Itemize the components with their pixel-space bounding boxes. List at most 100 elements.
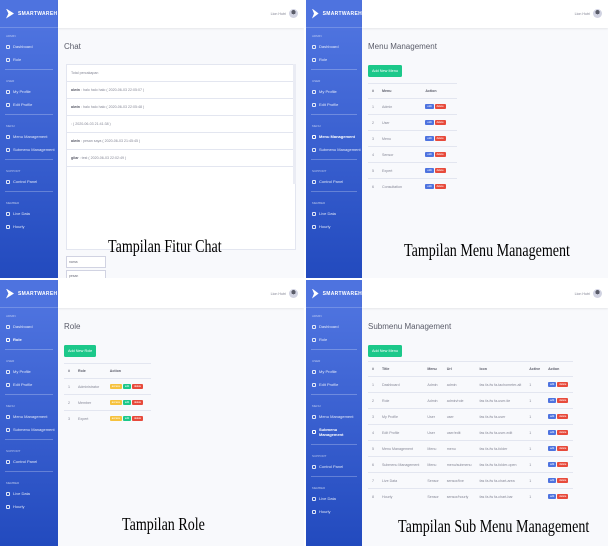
sidebar-item-control-panel[interactable]: Control Panel (306, 175, 362, 188)
edit-button[interactable]: edit (548, 414, 557, 419)
user-menu[interactable]: Lion Hutri (575, 289, 602, 298)
user-menu[interactable]: Lion Hutri (575, 9, 602, 18)
sidebar-item-edit-profile[interactable]: Edit Profile (0, 98, 58, 111)
sidebar-item-live-data[interactable]: Live Data (306, 492, 362, 505)
table-header: # Title Menu Url Icon Active Action (368, 361, 574, 377)
edit-button[interactable]: edit (425, 120, 434, 125)
add-role-button[interactable]: Add New Role (64, 345, 97, 357)
edit-button[interactable]: edit (548, 446, 557, 451)
delete-button[interactable]: delete (132, 400, 144, 405)
delete-button[interactable]: delete (557, 478, 569, 483)
chat-scrollbar[interactable] (293, 64, 296, 184)
sidebar-item-control-panel[interactable]: Control Panel (0, 455, 58, 468)
sidebar-item-menu-management[interactable]: Menu Management (306, 410, 362, 423)
sidebar-item-menu-management[interactable]: Menu Management (306, 130, 362, 143)
access-button[interactable]: access (109, 384, 122, 389)
edit-button[interactable]: edit (425, 136, 434, 141)
sidebar-item-role[interactable]: Role (0, 53, 58, 66)
add-submenu-button[interactable]: Add New Menu (368, 345, 402, 357)
sidebar-item-submenu-management[interactable]: Submenu Management (306, 143, 362, 156)
chat-message: alwin : halo halo halo ( 2020-06-03 22:0… (67, 99, 295, 116)
delete-button[interactable]: delete (434, 184, 446, 189)
composite-figure: SMARTWAREH Admin Dashboard Role User My … (0, 0, 608, 546)
sidebar-item-submenu-management[interactable]: Submenu Management (0, 423, 58, 436)
sidebar-item-menu-management[interactable]: Menu Management (0, 410, 58, 423)
delete-button[interactable]: delete (557, 462, 569, 467)
edit-button[interactable]: edit (122, 400, 132, 405)
edit-button[interactable]: edit (425, 104, 434, 109)
delete-button[interactable]: delete (557, 446, 569, 451)
sidebar-item-hourly[interactable]: Hourly (0, 500, 58, 513)
edit-button[interactable]: edit (548, 494, 557, 499)
sidebar-item-dashboard[interactable]: Dashboard (0, 320, 58, 333)
brand[interactable]: SMARTWAREH (306, 0, 362, 28)
chat-message-input[interactable]: pesan (66, 270, 106, 278)
delete-button[interactable]: delete (557, 494, 569, 499)
sidebar-item-submenu-management[interactable]: Submenu Management (306, 423, 362, 441)
brand[interactable]: SMARTWAREH (0, 0, 58, 28)
sidebar-item-live-data[interactable]: Live Data (0, 487, 58, 500)
edit-button[interactable]: edit (548, 398, 557, 403)
edit-button[interactable]: edit (122, 384, 132, 389)
edit-button[interactable]: edit (425, 168, 434, 173)
sidebar-item-my-profile[interactable]: My Profile (306, 85, 362, 98)
brand[interactable]: SMARTWAREH (0, 280, 58, 308)
user-menu[interactable]: Lion Hutri (271, 9, 298, 18)
edit-button[interactable]: edit (425, 152, 434, 157)
delete-button[interactable]: delete (434, 136, 446, 141)
edit-button[interactable]: edit (548, 478, 557, 483)
sidebar-item-role[interactable]: Role (306, 333, 362, 346)
folder-icon (312, 414, 316, 419)
access-button[interactable]: access (109, 416, 122, 421)
sidebar-item-role[interactable]: Role (306, 53, 362, 66)
sidebar-item-submenu-management[interactable]: Submenu Management (0, 143, 58, 156)
sidebar-item-edit-profile[interactable]: Edit Profile (0, 378, 58, 391)
user-menu[interactable]: Lion Hutri (271, 289, 298, 298)
delete-button[interactable]: delete (132, 384, 144, 389)
sidebar-item-control-panel[interactable]: Control Panel (0, 175, 58, 188)
sidebar-item-edit-profile[interactable]: Edit Profile (306, 378, 362, 391)
delete-button[interactable]: delete (557, 382, 569, 387)
edit-button[interactable]: edit (548, 462, 557, 467)
delete-button[interactable]: delete (434, 104, 446, 109)
sidebar-item-control-panel[interactable]: Control Panel (306, 460, 362, 473)
delete-button[interactable]: delete (557, 398, 569, 403)
dashboard-icon (6, 324, 10, 329)
edit-button[interactable]: edit (548, 430, 557, 435)
brand-logo-icon (312, 8, 319, 19)
sidebar-item-hourly[interactable]: Hourly (306, 220, 362, 233)
sidebar-heading-admin: Admin (6, 314, 16, 318)
delete-button[interactable]: delete (434, 168, 446, 173)
sidebar-item-hourly[interactable]: Hourly (0, 220, 58, 233)
access-button[interactable]: access (109, 400, 122, 405)
sidebar-item-dashboard[interactable]: Dashboard (306, 320, 362, 333)
brand-name: SMARTWAREH (322, 290, 362, 297)
edit-button[interactable]: edit (425, 184, 434, 189)
add-menu-button[interactable]: Add New Menu (368, 65, 402, 77)
sidebar-item-my-profile[interactable]: My Profile (0, 85, 58, 98)
sidebar-heading-admin: Admin (312, 34, 322, 38)
sidebar-item-live-data[interactable]: Live Data (306, 207, 362, 220)
delete-button[interactable]: delete (557, 430, 569, 435)
sidebar-item-hourly[interactable]: Hourly (306, 505, 362, 518)
sliders-icon (312, 464, 316, 469)
sidebar-item-my-profile[interactable]: My Profile (306, 365, 362, 378)
delete-button[interactable]: delete (434, 152, 446, 157)
folder-open-icon (312, 430, 316, 434)
delete-button[interactable]: delete (132, 416, 144, 421)
sidebar-item-my-profile[interactable]: My Profile (0, 365, 58, 378)
delete-button[interactable]: delete (434, 120, 446, 125)
submenu-table: # Title Menu Url Icon Active Action 1 Das… (368, 361, 574, 504)
sidebar: SMARTWAREH Admin Dashboard Role User My … (306, 0, 362, 278)
sidebar-item-dashboard[interactable]: Dashboard (0, 40, 58, 53)
brand[interactable]: SMARTWAREH (306, 280, 362, 308)
sidebar-item-live-data[interactable]: Live Data (0, 207, 58, 220)
sidebar-item-menu-management[interactable]: Menu Management (0, 130, 58, 143)
edit-button[interactable]: edit (548, 382, 557, 387)
chat-name-input[interactable]: nama (66, 256, 106, 268)
sidebar-item-edit-profile[interactable]: Edit Profile (306, 98, 362, 111)
sidebar-item-dashboard[interactable]: Dashboard (306, 40, 362, 53)
sidebar-item-role[interactable]: Role (0, 333, 58, 346)
edit-button[interactable]: edit (122, 416, 132, 421)
delete-button[interactable]: delete (557, 414, 569, 419)
